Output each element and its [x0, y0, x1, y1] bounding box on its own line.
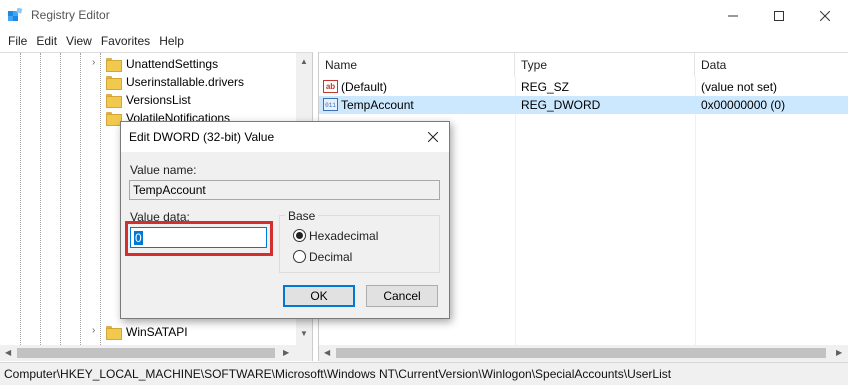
base-group-label: Base — [285, 209, 319, 223]
edit-dword-dialog: Edit DWORD (32-bit) Value Value name: Te… — [120, 121, 450, 319]
list-row-tempaccount[interactable]: 011 TempAccount REG_DWORD 0x00000000 (0) — [319, 96, 848, 114]
menu-help[interactable]: Help — [155, 31, 189, 51]
close-button[interactable] — [802, 0, 848, 31]
list-row-default[interactable]: ab (Default) REG_SZ (value not set) — [319, 78, 848, 96]
expand-chevron-icon[interactable]: › — [92, 57, 95, 68]
scroll-right-icon[interactable]: ▶ — [283, 348, 289, 357]
minimize-button[interactable] — [710, 0, 756, 31]
radio-decimal[interactable] — [293, 250, 306, 263]
dword-value-icon: 011 — [323, 98, 338, 111]
menu-favorites[interactable]: Favorites — [97, 31, 155, 51]
value-name: (Default) — [341, 80, 388, 94]
minimize-icon — [728, 15, 738, 16]
close-icon — [428, 132, 438, 142]
folder-icon — [106, 112, 122, 126]
column-header-type[interactable]: Type — [515, 53, 695, 77]
maximize-icon — [774, 10, 784, 21]
tree-item-label: Userinstallable.drivers — [126, 75, 245, 89]
column-header-data[interactable]: Data — [695, 53, 848, 77]
scroll-down-icon[interactable]: ▼ — [300, 329, 308, 338]
menu-view[interactable]: View — [62, 31, 97, 51]
string-value-icon: ab — [323, 80, 338, 93]
dialog-title-bar: Edit DWORD (32-bit) Value — [121, 122, 449, 152]
status-bar-path: Computer\HKEY_LOCAL_MACHINE\SOFTWARE\Mic… — [0, 362, 848, 385]
annotation-highlight-box — [125, 221, 273, 256]
tree-item-unattendsettings[interactable]: › UnattendSettings — [0, 55, 300, 73]
tree-item-label: VersionsList — [126, 93, 191, 107]
menu-bar: File Edit View Favorites Help — [0, 31, 848, 51]
column-divider — [515, 77, 516, 362]
expand-chevron-icon[interactable]: › — [92, 325, 95, 336]
folder-icon — [106, 94, 122, 108]
close-icon — [820, 10, 830, 21]
scroll-up-icon[interactable]: ▲ — [300, 57, 308, 66]
value-name-label: Value name: — [130, 163, 197, 177]
cancel-button[interactable]: Cancel — [366, 285, 438, 307]
folder-icon — [106, 76, 122, 90]
value-name: TempAccount — [341, 98, 414, 112]
scroll-left-icon[interactable]: ◀ — [5, 348, 11, 357]
registry-editor-icon — [8, 8, 23, 21]
tree-horizontal-scrollbar[interactable]: ◀ ▶ — [0, 345, 312, 361]
tree-item-userinstallable-drivers[interactable]: Userinstallable.drivers — [0, 73, 300, 91]
dialog-title: Edit DWORD (32-bit) Value — [129, 130, 275, 144]
tree-item-versionslist[interactable]: VersionsList — [0, 91, 300, 109]
scroll-right-icon[interactable]: ▶ — [836, 348, 842, 357]
folder-icon — [106, 326, 122, 340]
radio-hexadecimal-label[interactable]: Hexadecimal — [309, 229, 378, 243]
menu-edit[interactable]: Edit — [32, 31, 62, 51]
folder-icon — [106, 58, 122, 72]
svg-text:011: 011 — [325, 102, 336, 109]
scroll-left-icon[interactable]: ◀ — [324, 348, 330, 357]
scrollbar-thumb[interactable] — [17, 348, 275, 358]
value-type: REG_DWORD — [521, 98, 601, 112]
tree-item-label: WinSATAPI — [126, 325, 188, 339]
value-type: REG_SZ — [521, 80, 570, 94]
svg-text:ab: ab — [326, 82, 335, 91]
menu-file[interactable]: File — [4, 31, 32, 51]
ok-button[interactable]: OK — [283, 285, 355, 307]
column-divider — [695, 77, 696, 362]
base-group-box — [279, 215, 440, 273]
tree-item-winsatapi[interactable]: › WinSATAPI — [0, 323, 300, 341]
tree-item-label: UnattendSettings — [126, 57, 219, 71]
radio-hexadecimal[interactable] — [293, 229, 306, 242]
window-title: Registry Editor — [31, 8, 110, 22]
list-horizontal-scrollbar[interactable]: ◀ ▶ — [319, 345, 848, 362]
value-data: (value not set) — [701, 80, 778, 94]
value-data: 0x00000000 (0) — [701, 98, 786, 112]
maximize-button[interactable] — [756, 0, 802, 31]
scrollbar-thumb[interactable] — [336, 348, 826, 358]
column-header-name[interactable]: Name — [319, 53, 515, 77]
title-bar: Registry Editor — [0, 0, 848, 31]
radio-decimal-label[interactable]: Decimal — [309, 250, 352, 264]
value-name-field: TempAccount — [129, 180, 440, 200]
dialog-close-button[interactable] — [417, 122, 449, 152]
